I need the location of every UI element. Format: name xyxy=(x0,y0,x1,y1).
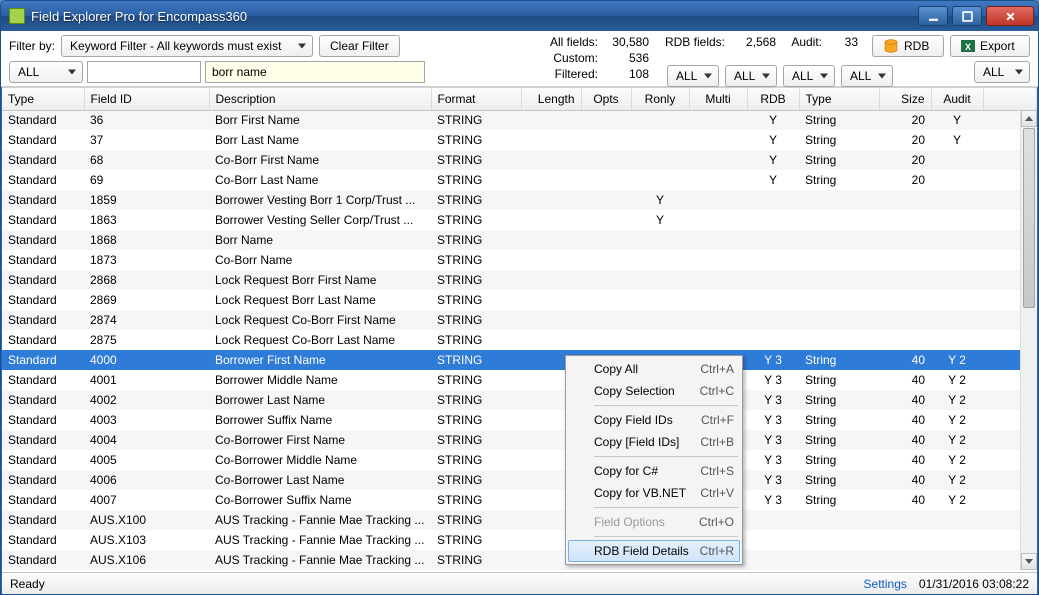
rdb-fields-label: RDB fields: xyxy=(655,35,725,49)
col-filter-rdb[interactable]: ALL xyxy=(841,65,893,87)
col-length[interactable]: Length xyxy=(521,88,581,110)
table-row[interactable]: Standard4001Borrower Middle NameSTRINGY … xyxy=(2,370,1037,390)
col-filter-multi[interactable]: ALL xyxy=(783,65,835,87)
filtered-value: 108 xyxy=(604,67,649,81)
menu-separator xyxy=(594,456,738,457)
table-row[interactable]: Standard4004Co-Borrower First NameSTRING… xyxy=(2,430,1037,450)
scroll-thumb[interactable] xyxy=(1023,128,1035,308)
table-row[interactable]: Standard4002Borrower Last NameSTRINGY 3S… xyxy=(2,390,1037,410)
scroll-up-icon[interactable] xyxy=(1021,110,1037,127)
table-row[interactable]: Standard1863Borrower Vesting Seller Corp… xyxy=(2,210,1037,230)
col-type[interactable]: Type xyxy=(2,88,84,110)
rdb-filter-dropdown[interactable]: ALL xyxy=(974,61,1030,83)
all-fields-value: 30,580 xyxy=(604,35,649,49)
table-row[interactable]: Standard4007Co-Borrower Suffix NameSTRIN… xyxy=(2,490,1037,510)
col-audit[interactable]: Audit xyxy=(931,88,983,110)
table-row[interactable]: StandardAUS.X106AUS Tracking - Fannie Ma… xyxy=(2,550,1037,570)
minimize-button[interactable] xyxy=(918,6,948,26)
table-row[interactable]: StandardAUS.X103AUS Tracking - Fannie Ma… xyxy=(2,530,1037,550)
menu-separator xyxy=(594,536,738,537)
scroll-down-icon[interactable] xyxy=(1021,553,1037,570)
rdb-button[interactable]: RDB xyxy=(872,35,944,57)
menu-separator xyxy=(594,405,738,406)
col-rtype[interactable]: Type xyxy=(799,88,879,110)
table-row[interactable]: Standard4006Co-Borrower Last NameSTRINGY… xyxy=(2,470,1037,490)
keyword-filter-value: Keyword Filter - All keywords must exist xyxy=(70,39,281,53)
clear-filter-button[interactable]: Clear Filter xyxy=(319,35,400,57)
maximize-button[interactable] xyxy=(952,6,982,26)
table-row[interactable]: Standard4000Borrower First NameSTRINGY 3… xyxy=(2,350,1037,370)
table-row[interactable]: Standard2868Lock Request Borr First Name… xyxy=(2,270,1037,290)
filter-by-label: Filter by: xyxy=(9,39,55,53)
menu-item[interactable]: RDB Field DetailsCtrl+R xyxy=(568,540,740,562)
col-multi[interactable]: Multi xyxy=(689,88,747,110)
table-row[interactable]: Standard4003Borrower Suffix NameSTRINGY … xyxy=(2,410,1037,430)
col-filter-row: ALL ALL ALL ALL xyxy=(667,65,893,87)
table-row[interactable]: Standard37Borr Last NameSTRINGYString20Y xyxy=(2,130,1037,150)
col-filter-opts[interactable]: ALL xyxy=(667,65,719,87)
col-fieldid[interactable]: Field ID xyxy=(84,88,209,110)
col-description[interactable]: Description xyxy=(209,88,431,110)
header-row[interactable]: Type Field ID Description Format Length … xyxy=(2,88,1037,110)
col-ronly[interactable]: Ronly xyxy=(631,88,689,110)
table-row[interactable]: Standard69Co-Borr Last NameSTRINGYString… xyxy=(2,170,1037,190)
col-format[interactable]: Format xyxy=(431,88,521,110)
status-timestamp: 01/31/2016 03:08:22 xyxy=(919,577,1029,591)
table-row[interactable]: Standard2874Lock Request Co-Borr First N… xyxy=(2,310,1037,330)
menu-item[interactable]: Copy AllCtrl+A xyxy=(568,358,740,380)
menu-item: Field OptionsCtrl+O xyxy=(568,511,740,533)
menu-separator xyxy=(594,507,738,508)
menu-item[interactable]: Copy for C#Ctrl+S xyxy=(568,460,740,482)
close-button[interactable] xyxy=(986,6,1034,26)
filtered-label: Filtered: xyxy=(550,67,598,81)
table-row[interactable]: StandardAUS.X100AUS Tracking - Fannie Ma… xyxy=(2,510,1037,530)
excel-icon: X xyxy=(961,39,975,53)
table-row[interactable]: Standard1859Borrower Vesting Borr 1 Corp… xyxy=(2,190,1037,210)
table-row[interactable]: Standard2869Lock Request Borr Last NameS… xyxy=(2,290,1037,310)
table-row[interactable]: Standard68Co-Borr First NameSTRINGYStrin… xyxy=(2,150,1037,170)
keyword-filter-dropdown[interactable]: Keyword Filter - All keywords must exist xyxy=(61,35,313,57)
table-row[interactable]: Standard4005Co-Borrower Middle NameSTRIN… xyxy=(2,450,1037,470)
fieldid-filter-input[interactable] xyxy=(87,61,201,83)
data-grid[interactable]: Type Field ID Description Format Length … xyxy=(2,87,1037,570)
status-ready: Ready xyxy=(10,577,45,591)
app-window: Field Explorer Pro for Encompass360 Filt… xyxy=(0,0,1039,595)
settings-link[interactable]: Settings xyxy=(864,577,907,591)
rdb-fields-value: 2,568 xyxy=(731,35,776,49)
menu-item[interactable]: Copy for VB.NETCtrl+V xyxy=(568,482,740,504)
table-row[interactable]: Standard2875Lock Request Co-Borr Last Na… xyxy=(2,330,1037,350)
export-button[interactable]: X Export xyxy=(950,35,1030,57)
search-input[interactable]: borr name xyxy=(205,61,425,83)
custom-value: 536 xyxy=(604,51,649,65)
svg-text:X: X xyxy=(965,42,971,52)
app-icon xyxy=(9,8,25,24)
menu-item[interactable]: Copy [Field IDs]Ctrl+B xyxy=(568,431,740,453)
menu-item[interactable]: Copy Field IDsCtrl+F xyxy=(568,409,740,431)
window-title: Field Explorer Pro for Encompass360 xyxy=(31,9,918,24)
title-bar[interactable]: Field Explorer Pro for Encompass360 xyxy=(1,1,1038,31)
menu-item[interactable]: Copy SelectionCtrl+C xyxy=(568,380,740,402)
window-controls xyxy=(918,6,1034,26)
col-rdb[interactable]: RDB xyxy=(747,88,799,110)
col-filter-ronly[interactable]: ALL xyxy=(725,65,777,87)
database-icon xyxy=(883,39,899,53)
type-filter-dropdown[interactable]: ALL xyxy=(9,61,83,83)
table-row[interactable]: Standard1873Co-Borr NameSTRING xyxy=(2,250,1037,270)
audit-label: Audit: xyxy=(782,35,822,49)
all-fields-label: All fields: xyxy=(550,35,598,49)
col-size[interactable]: Size xyxy=(879,88,931,110)
context-menu[interactable]: Copy AllCtrl+ACopy SelectionCtrl+C Copy F… xyxy=(565,355,743,565)
table-row[interactable]: Standard36Borr First NameSTRINGYString20… xyxy=(2,110,1037,130)
audit-value: 33 xyxy=(828,35,858,49)
table-row[interactable]: Standard1868Borr NameSTRING xyxy=(2,230,1037,250)
col-opts[interactable]: Opts xyxy=(581,88,631,110)
custom-label: Custom: xyxy=(550,51,598,65)
status-bar: Ready Settings 01/31/2016 03:08:22 xyxy=(2,572,1037,594)
vertical-scrollbar[interactable] xyxy=(1020,110,1037,570)
